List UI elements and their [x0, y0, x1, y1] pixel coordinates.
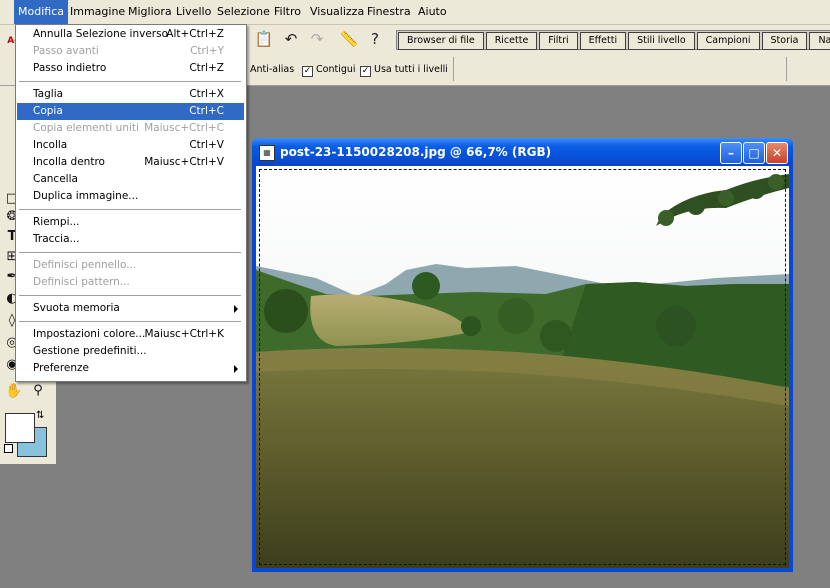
zoom-icon[interactable]: ⚲ — [28, 382, 48, 400]
menu-item-incolla[interactable]: Incolla Ctrl+V — [17, 137, 244, 154]
menu-modifica[interactable]: Modifica — [14, 0, 68, 24]
edit-menu-dropdown: Annulla Selezione inverso Alt+Ctrl+Z Pass… — [15, 24, 247, 382]
hand-icon[interactable]: ✋ — [4, 382, 24, 400]
menu-separator — [19, 252, 241, 254]
menubar: Modifica Immagine Migliora Livello Selez… — [0, 0, 830, 25]
menu-separator — [19, 81, 241, 83]
submenu-arrow-icon — [234, 305, 238, 313]
menu-separator — [19, 295, 241, 297]
tab-storia[interactable]: Storia — [761, 32, 808, 50]
menu-item-incolla-dentro[interactable]: Incolla dentro Maiusc+Ctrl+V — [17, 154, 244, 171]
menu-item-definisci-pattern[interactable]: Definisci pattern... — [17, 274, 244, 291]
menu-item-duplica-immagine[interactable]: Duplica immagine... — [17, 188, 244, 205]
redo-icon[interactable]: ↷ — [305, 27, 329, 51]
tab-stili-livello[interactable]: Stili livello — [628, 32, 695, 50]
menu-item-riempi[interactable]: Riempi... — [17, 214, 244, 231]
close-button[interactable]: ✕ — [766, 142, 788, 164]
submenu-arrow-icon — [234, 365, 238, 373]
contigui-option[interactable]: ✓ Contigui — [302, 63, 356, 77]
menu-separator — [19, 321, 241, 323]
contigui-checkbox[interactable]: ✓ — [302, 66, 313, 77]
tab-navigator[interactable]: Navigat — [809, 32, 830, 50]
undo-icon[interactable]: ↶ — [279, 27, 303, 51]
landscape-photo — [256, 166, 789, 568]
menu-item-definisci-pennello[interactable]: Definisci pennello... — [17, 257, 244, 274]
options-divider-right — [786, 57, 787, 81]
menu-item-copia-elementi-uniti[interactable]: Copia elementi uniti Maiusc+Ctrl+C — [17, 120, 244, 137]
menu-visualizza[interactable]: Visualizza — [306, 0, 368, 24]
maximize-button[interactable]: □ — [743, 142, 765, 164]
minimize-button[interactable]: – — [720, 142, 742, 164]
tab-browser-di-file[interactable]: Browser di file — [398, 32, 484, 50]
menu-item-cancella[interactable]: Cancella — [17, 171, 244, 188]
image-window-title: post-23-1150028208.jpg @ 66,7% (RGB) — [280, 145, 552, 159]
paste-icon[interactable]: 📋 — [252, 27, 276, 51]
image-window: ▦ post-23-1150028208.jpg @ 66,7% (RGB) –… — [252, 138, 793, 572]
palette-well: Browser di file Ricette Filtri Effetti S… — [396, 30, 830, 50]
usa-tutti-option[interactable]: ✓ Usa tutti i livelli — [360, 63, 448, 77]
tab-ricette[interactable]: Ricette — [485, 32, 538, 50]
menu-finestra[interactable]: Finestra — [363, 0, 415, 24]
menu-item-copia[interactable]: Copia Ctrl+C — [17, 103, 244, 120]
default-colors-icon[interactable] — [4, 444, 13, 453]
tab-campioni[interactable]: Campioni — [696, 32, 760, 50]
image-canvas[interactable] — [256, 166, 789, 568]
menu-item-passo-indietro[interactable]: Passo indietro Ctrl+Z — [17, 60, 244, 77]
menu-selezione[interactable]: Selezione — [213, 0, 274, 24]
menu-migliora[interactable]: Migliora — [124, 0, 176, 24]
menu-item-annulla[interactable]: Annulla Selezione inverso Alt+Ctrl+Z — [17, 26, 244, 43]
anti-alias-label: Anti-alias — [250, 64, 295, 75]
contigui-label: Contigui — [316, 64, 356, 75]
menu-filtro[interactable]: Filtro — [270, 0, 305, 24]
menu-item-preferenze[interactable]: Preferenze — [17, 360, 244, 377]
document-icon: ▦ — [259, 145, 275, 161]
menu-separator — [19, 209, 241, 211]
usa-tutti-checkbox[interactable]: ✓ — [360, 66, 371, 77]
menu-item-taglia[interactable]: Taglia Ctrl+X — [17, 86, 244, 103]
menu-item-traccia[interactable]: Traccia... — [17, 231, 244, 248]
tab-effetti[interactable]: Effetti — [579, 32, 627, 50]
menu-aiuto[interactable]: Aiuto — [414, 0, 451, 24]
menu-livello[interactable]: Livello — [172, 0, 215, 24]
menu-item-passo-avanti[interactable]: Passo avanti Ctrl+Y — [17, 43, 244, 60]
menu-item-gestione-predefiniti[interactable]: Gestione predefiniti... — [17, 343, 244, 360]
menu-item-svuota-memoria[interactable]: Svuota memoria — [17, 300, 244, 317]
usa-tutti-label: Usa tutti i livelli — [374, 64, 448, 75]
menu-immagine[interactable]: Immagine — [66, 0, 129, 24]
tab-filtri[interactable]: Filtri — [539, 32, 578, 50]
anti-alias-option[interactable]: Anti-alias — [250, 63, 294, 77]
options-divider — [453, 57, 454, 81]
image-window-titlebar[interactable]: ▦ post-23-1150028208.jpg @ 66,7% (RGB) –… — [252, 138, 793, 166]
ruler-icon[interactable]: 📏 — [337, 27, 361, 51]
swap-colors-icon[interactable]: ⇅ — [36, 410, 44, 421]
menu-item-impostazioni-colore[interactable]: Impostazioni colore... Maiusc+Ctrl+K — [17, 326, 244, 343]
foreground-color-swatch[interactable] — [5, 413, 35, 443]
help-icon[interactable]: ? — [363, 27, 387, 51]
